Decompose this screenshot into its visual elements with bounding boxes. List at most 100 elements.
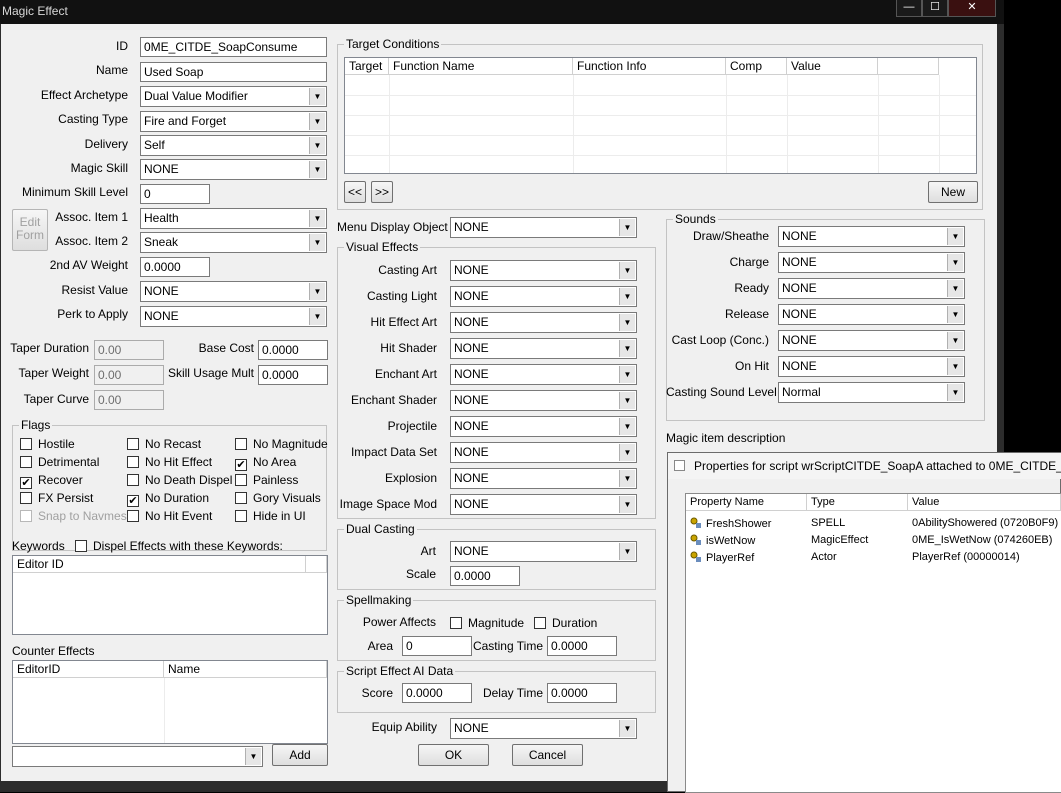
check-icon[interactable]: ✔ <box>20 477 32 489</box>
casting-art-select[interactable]: NONE ▼ <box>450 260 637 281</box>
duration-checkbox[interactable]: Duration <box>534 616 597 630</box>
dropdown-arrow-icon[interactable]: ▼ <box>947 384 963 401</box>
col-type[interactable]: Type <box>807 494 908 511</box>
image-space-mod-select[interactable]: NONE ▼ <box>450 494 637 515</box>
checkbox-box[interactable] <box>235 510 247 522</box>
dropdown-arrow-icon[interactable]: ▼ <box>619 543 635 560</box>
no-death-dispel-checkbox[interactable]: No Death Dispel <box>127 473 232 487</box>
counter-effects-list[interactable]: EditorID Name <box>12 660 328 744</box>
enchant-art-select[interactable]: NONE ▼ <box>450 364 637 385</box>
menu-display-select[interactable]: NONE ▼ <box>450 217 637 238</box>
dropdown-arrow-icon[interactable]: ▼ <box>619 366 635 383</box>
dropdown-arrow-icon[interactable]: ▼ <box>619 340 635 357</box>
col-property-name[interactable]: Property Name <box>686 494 807 511</box>
checkbox-box[interactable] <box>20 492 32 504</box>
explosion-select[interactable]: NONE ▼ <box>450 468 637 489</box>
dispel-keywords-checkbox[interactable]: Dispel Effects with these Keywords: <box>75 539 283 553</box>
no-hit-event-checkbox[interactable]: No Hit Event <box>127 509 212 523</box>
cancel-button[interactable]: Cancel <box>512 744 583 766</box>
counter-col-name[interactable]: Name <box>164 661 327 678</box>
col-function-name[interactable]: Function Name <box>389 58 573 75</box>
checkbox-box[interactable] <box>235 438 247 450</box>
check-icon[interactable]: ✔ <box>127 495 139 507</box>
dropdown-arrow-icon[interactable]: ▼ <box>309 308 325 325</box>
dropdown-arrow-icon[interactable]: ▼ <box>309 113 325 130</box>
no-magnitude-checkbox[interactable]: No Magnitude <box>235 437 328 451</box>
checkbox-box[interactable] <box>127 510 139 522</box>
dropdown-arrow-icon[interactable]: ▼ <box>619 314 635 331</box>
base-cost-input[interactable]: 0.0000 <box>258 340 328 360</box>
dropdown-arrow-icon[interactable]: ▼ <box>947 306 963 323</box>
detrimental-checkbox[interactable]: Detrimental <box>20 455 99 469</box>
fx-persist-checkbox[interactable]: FX Persist <box>20 491 93 505</box>
dropdown-arrow-icon[interactable]: ▼ <box>947 332 963 349</box>
perk-select[interactable]: NONE ▼ <box>140 306 327 327</box>
id-input[interactable]: 0ME_CITDE_SoapConsume <box>140 37 327 57</box>
casting-type-select[interactable]: Fire and Forget ▼ <box>140 111 327 132</box>
no-hit-effect-checkbox[interactable]: No Hit Effect <box>127 455 212 469</box>
checkbox-box[interactable] <box>75 540 87 552</box>
col-comp[interactable]: Comp <box>726 58 787 75</box>
delay-time-input[interactable]: 0.0000 <box>547 683 617 703</box>
assoc-item-2-select[interactable]: Sneak ▼ <box>140 232 327 253</box>
property-row[interactable]: FreshShower SPELL 0AbilityShowered (0720B0… <box>686 516 1061 533</box>
target-conditions-list[interactable]: Target Function Name Function Info Comp … <box>344 57 977 174</box>
checkbox-box[interactable] <box>127 438 139 450</box>
projectile-select[interactable]: NONE ▼ <box>450 416 637 437</box>
checkbox-box[interactable] <box>20 438 32 450</box>
col-target[interactable]: Target <box>345 58 389 75</box>
property-row[interactable]: PlayerRef Actor PlayerRef (00000014) <box>686 550 1061 567</box>
checkbox-box[interactable] <box>235 474 247 486</box>
dropdown-arrow-icon[interactable]: ▼ <box>619 720 635 737</box>
area-input[interactable]: 0 <box>402 636 472 656</box>
keywords-list[interactable]: Editor ID <box>12 555 328 635</box>
prev-condition-button[interactable]: << <box>344 181 366 203</box>
dropdown-arrow-icon[interactable]: ▼ <box>309 210 325 227</box>
col-function-info[interactable]: Function Info <box>573 58 726 75</box>
equip-ability-select[interactable]: NONE ▼ <box>450 718 637 739</box>
no-duration-checkbox[interactable]: ✔ No Duration <box>127 491 209 507</box>
name-input[interactable]: Used Soap <box>140 62 327 82</box>
counter-effect-select[interactable]: ▼ <box>12 746 263 767</box>
close-button[interactable]: ✕ <box>948 0 996 17</box>
sound-release-select[interactable]: NONE ▼ <box>778 304 965 325</box>
maximize-button[interactable]: ☐ <box>922 0 948 17</box>
dropdown-arrow-icon[interactable]: ▼ <box>947 228 963 245</box>
delivery-select[interactable]: Self ▼ <box>140 135 327 156</box>
enchant-shader-select[interactable]: NONE ▼ <box>450 390 637 411</box>
taper-weight-input[interactable]: 0.00 <box>94 365 164 385</box>
ok-button[interactable]: OK <box>418 744 489 766</box>
property-row[interactable]: isWetNow MagicEffect 0ME_IsWetNow (074260E… <box>686 533 1061 550</box>
dropdown-arrow-icon[interactable]: ▼ <box>619 496 635 513</box>
checkbox-box[interactable] <box>20 456 32 468</box>
dropdown-arrow-icon[interactable]: ▼ <box>309 137 325 154</box>
checkbox-box[interactable] <box>127 474 139 486</box>
second-av-weight-input[interactable]: 0.0000 <box>140 257 210 277</box>
properties-list[interactable]: Property Name Type Value FreshShower SPEL… <box>685 493 1061 793</box>
sound-draw-sheathe-select[interactable]: NONE ▼ <box>778 226 965 247</box>
no-area-checkbox[interactable]: ✔ No Area <box>235 455 296 471</box>
dropdown-arrow-icon[interactable]: ▼ <box>947 254 963 271</box>
dropdown-arrow-icon[interactable]: ▼ <box>619 288 635 305</box>
col-property-value[interactable]: Value <box>908 494 1061 511</box>
magnitude-checkbox[interactable]: Magnitude <box>450 616 524 630</box>
score-input[interactable]: 0.0000 <box>402 683 472 703</box>
dropdown-arrow-icon[interactable]: ▼ <box>947 280 963 297</box>
dual-scale-input[interactable]: 0.0000 <box>450 566 520 586</box>
gory-visuals-checkbox[interactable]: Gory Visuals <box>235 491 321 505</box>
hide-in-ui-checkbox[interactable]: Hide in UI <box>235 509 306 523</box>
no-recast-checkbox[interactable]: No Recast <box>127 437 201 451</box>
new-condition-button[interactable]: New <box>928 181 978 203</box>
dropdown-arrow-icon[interactable]: ▼ <box>619 262 635 279</box>
sound-on-hit-select[interactable]: NONE ▼ <box>778 356 965 377</box>
dropdown-arrow-icon[interactable]: ▼ <box>619 470 635 487</box>
recover-checkbox[interactable]: ✔ Recover <box>20 473 83 489</box>
minimize-button[interactable]: — <box>896 0 922 17</box>
next-condition-button[interactable]: >> <box>371 181 393 203</box>
casting-time-input[interactable]: 0.0000 <box>547 636 617 656</box>
skill-usage-mult-input[interactable]: 0.0000 <box>258 365 328 385</box>
dropdown-arrow-icon[interactable]: ▼ <box>309 283 325 300</box>
sound-cast-loop-conc-select[interactable]: NONE ▼ <box>778 330 965 351</box>
hostile-checkbox[interactable]: Hostile <box>20 437 75 451</box>
sound-ready-select[interactable]: NONE ▼ <box>778 278 965 299</box>
